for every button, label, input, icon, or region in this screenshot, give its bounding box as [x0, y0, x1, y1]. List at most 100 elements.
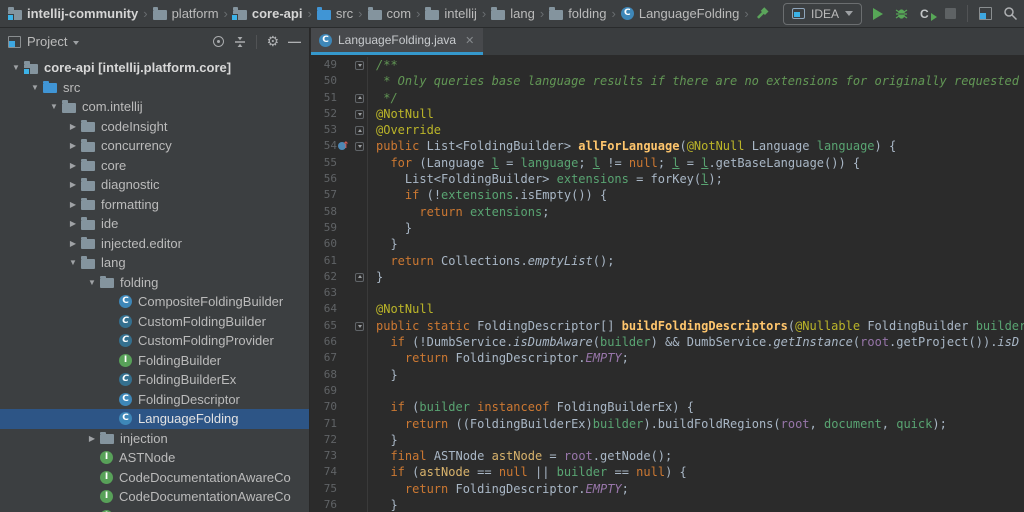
breadcrumb-item-core-api[interactable]: core-api [231, 6, 303, 21]
close-icon[interactable]: ✕ [465, 34, 474, 47]
fold-marker-icon[interactable] [355, 109, 364, 119]
code-line: 51 */ [311, 89, 1024, 106]
run-configuration-select[interactable]: IDEA [782, 2, 862, 25]
fold-marker-icon[interactable] [355, 272, 364, 282]
tree-item-foldingbuilder[interactable]: I FoldingBuilder [0, 351, 309, 371]
chevron-collapsed-icon[interactable]: ▶ [84, 434, 100, 443]
code-text: */ [376, 90, 398, 105]
chevron-down-icon[interactable] [73, 40, 80, 45]
tree-item-label: diagnostic [101, 177, 160, 193]
tree-item-core-api[interactable]: ▼ core-api [intellij.platform.core] [0, 58, 309, 78]
chevron-expanded-icon[interactable]: ▼ [46, 102, 62, 111]
tree-item-diagnostic[interactable]: ▶ diagnostic [0, 175, 309, 195]
tree-item-codedocumentationawareco[interactable]: I CodeDocumentationAwareCo [0, 468, 309, 488]
editor-tab-languagefolding[interactable]: C LanguageFolding.java ✕ [311, 28, 484, 55]
tree-item-commenter[interactable]: ICommenter [0, 507, 309, 512]
gutter-icon-column [337, 236, 351, 252]
tree-item-injection[interactable]: ▶ injection [0, 429, 309, 449]
tree-item-core[interactable]: ▶ core [0, 156, 309, 176]
breadcrumb-item-platform[interactable]: platform [152, 6, 219, 21]
search-icon[interactable] [1003, 6, 1018, 21]
chevron-collapsed-icon[interactable]: ▶ [65, 122, 81, 131]
project-panel-title[interactable]: Project [27, 34, 67, 49]
code-line: 71 return ((FoldingBuilderEx)builder).bu… [311, 415, 1024, 432]
breadcrumb-item-lang[interactable]: lang [491, 6, 535, 21]
abstract-class-icon: C [119, 373, 132, 387]
tree-item-compositefoldingbuilder[interactable]: C CompositeFoldingBuilder [0, 292, 309, 312]
chevron-expanded-icon[interactable]: ▼ [84, 278, 100, 287]
fold-column [351, 317, 368, 335]
tree-item-src[interactable]: ▼ src [0, 78, 309, 98]
tree-item-folding[interactable]: ▼ folding [0, 273, 309, 293]
code-line: 49 /** [311, 57, 1024, 74]
tree-item-foldingdescriptor[interactable]: C FoldingDescriptor [0, 390, 309, 410]
fold-marker-icon[interactable] [355, 142, 364, 152]
fold-marker-icon[interactable] [355, 61, 364, 70]
run-icon[interactable] [873, 7, 883, 20]
chevron-collapsed-icon[interactable]: ▶ [65, 141, 81, 150]
tree-item-codeinsight[interactable]: ▶ codeInsight [0, 117, 309, 137]
collapse-all-icon[interactable] [233, 35, 247, 49]
package-icon [81, 256, 95, 269]
breadcrumb-item-languagefolding[interactable]: C LanguageFolding [620, 6, 739, 21]
breadcrumb-item-intellij-community[interactable]: intellij-community [8, 6, 138, 21]
tree-item-ide[interactable]: ▶ ide [0, 214, 309, 234]
breadcrumb-item-folding[interactable]: folding [549, 6, 607, 21]
code-text: if (astNode == null || builder == null) … [390, 465, 687, 480]
tree-item-com.intellij[interactable]: ▼ com.intellij [0, 97, 309, 117]
line-number: 54 [323, 139, 337, 153]
tree-item-label: core-api [intellij.platform.core] [44, 60, 232, 76]
breadcrumb-item-com[interactable]: com [367, 6, 411, 21]
code-line: 56 List<FoldingBuilder> extensions = for… [311, 171, 1024, 188]
tree-item-lang[interactable]: ▼ lang [0, 253, 309, 273]
breadcrumb-item-intellij[interactable]: intellij [425, 6, 477, 21]
tree-item-foldingbuilderex[interactable]: C FoldingBuilderEx [0, 370, 309, 390]
gutter-icon-column [337, 350, 351, 366]
fold-marker-icon[interactable] [355, 126, 364, 136]
chevron-collapsed-icon[interactable]: ▶ [65, 200, 81, 209]
chevron-expanded-icon[interactable]: ▼ [27, 83, 43, 92]
stop-icon[interactable] [945, 8, 956, 19]
chevron-collapsed-icon[interactable]: ▶ [65, 180, 81, 189]
breadcrumb-separator: › [143, 6, 148, 21]
chevron-expanded-icon[interactable]: ▼ [65, 258, 81, 267]
tree-item-injected.editor[interactable]: ▶ injected.editor [0, 234, 309, 254]
tree-item-astnode[interactable]: I ASTNode [0, 448, 309, 468]
breadcrumb-label: core-api [251, 6, 303, 21]
tree-item-codedocumentationawareco[interactable]: I CodeDocumentationAwareCo [0, 487, 309, 507]
tree-item-icon: I [100, 451, 113, 465]
fold-column [351, 187, 368, 204]
fold-marker-icon[interactable] [355, 93, 364, 103]
code-text: return FoldingDescriptor.EMPTY; [404, 351, 629, 366]
build-hammer-icon[interactable] [756, 6, 772, 22]
settings-gear-icon[interactable]: ⚙ [266, 35, 279, 49]
chevron-collapsed-icon[interactable]: ▶ [65, 161, 81, 170]
fold-column [351, 122, 368, 139]
tree-item-customfoldingbuilder[interactable]: C CustomFoldingBuilder [0, 312, 309, 332]
code-editor[interactable]: 49/** 50 * Only queries base language res… [311, 55, 1024, 512]
fold-column [351, 138, 368, 155]
chevron-collapsed-icon[interactable]: ▶ [65, 239, 81, 248]
abstract-class-icon: C [119, 314, 132, 328]
tree-item-customfoldingprovider[interactable]: C CustomFoldingProvider [0, 331, 309, 351]
tree-item-icon [81, 158, 95, 172]
breadcrumb-item-src[interactable]: src [316, 6, 353, 21]
tree-item-languagefolding[interactable]: C LanguageFolding [0, 409, 309, 429]
tool-windows-icon[interactable] [979, 7, 992, 20]
overrides-method-icon[interactable] [338, 138, 350, 155]
tree-item-label: injected.editor [101, 235, 182, 251]
fold-marker-icon[interactable] [355, 321, 364, 331]
tree-item-concurrency[interactable]: ▶ concurrency [0, 136, 309, 156]
code-text: } [376, 220, 413, 235]
debug-icon[interactable] [894, 6, 909, 21]
chevron-collapsed-icon[interactable]: ▶ [65, 219, 81, 228]
module-folder-icon [8, 7, 22, 21]
tree-item-formatting[interactable]: ▶ formatting [0, 195, 309, 215]
tree-item-icon: I [100, 470, 113, 484]
gutter-icon-column [337, 204, 351, 220]
line-number: 65 [323, 318, 337, 332]
hide-panel-icon[interactable]: — [288, 34, 301, 49]
run-with-coverage-icon[interactable]: C [920, 7, 937, 21]
locate-icon[interactable] [213, 36, 225, 47]
gutter-icon-column [337, 73, 351, 89]
